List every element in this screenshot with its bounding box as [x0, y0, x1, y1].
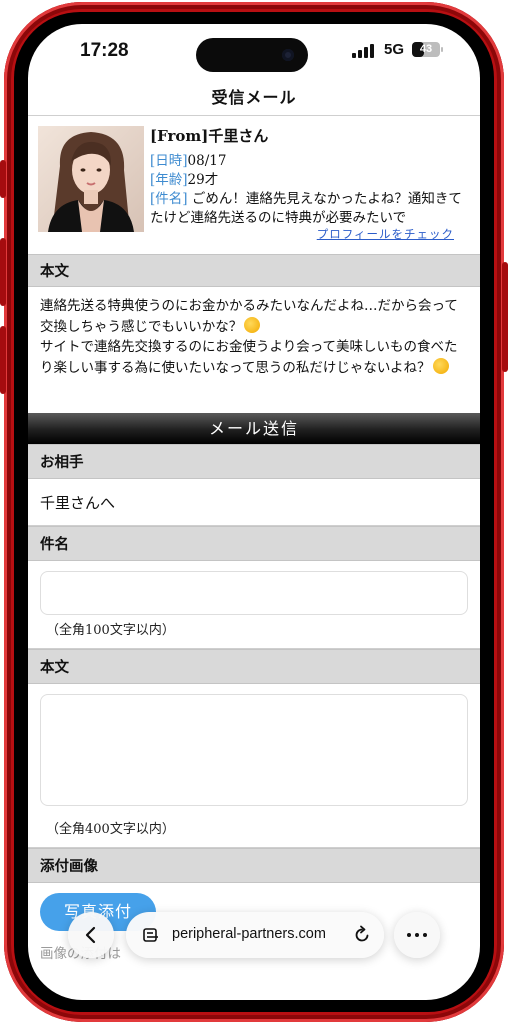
- send-mail-bar: メール送信: [28, 413, 480, 444]
- subject-header: 件名: [28, 526, 480, 561]
- subject-value: ごめん！連絡先見えなかったよね？通知きてたけど連絡先送るのに特典が必要みたいで: [150, 191, 462, 226]
- profile-check-link[interactable]: プロフィールをチェック: [317, 226, 454, 242]
- body-header-label: 本文: [40, 659, 69, 676]
- attach-header: 添付画像: [28, 848, 480, 883]
- recipient-header: お相手: [28, 444, 480, 479]
- dynamic-island: [196, 38, 308, 72]
- message-body: 連絡先送る特典使うのにお金かかるみたいなんだよね…だから会って交換しちゃう感じで…: [40, 296, 468, 378]
- mute-switch: [0, 160, 6, 198]
- body-header: 本文: [28, 649, 480, 684]
- volume-down-button: [0, 326, 6, 394]
- subject-row: [件名] ごめん！連絡先見えなかったよね？通知きてたけど連絡先送るのに特典が必要…: [150, 190, 470, 228]
- more-button[interactable]: [394, 912, 440, 958]
- date-label: [日時]: [150, 153, 188, 169]
- age-label: [年齢]: [150, 172, 188, 188]
- body-limit-hint: （全角400文字以内）: [46, 822, 175, 837]
- url-text: peripheral-partners.com: [172, 926, 326, 942]
- battery-percent: 43: [419, 43, 433, 55]
- sender-profile: [From]千里さん [日時]08/17 [年齢]29才 [件名] ごめん！連絡…: [38, 126, 470, 244]
- message-line-2-text: サイトで連絡先交換するのにお金使うより会って美味しいもの食べたり楽しい事する為に…: [40, 339, 458, 376]
- subject-label: [件名]: [150, 191, 188, 207]
- title-divider: [28, 115, 480, 116]
- recipient-header-label: お相手: [40, 454, 84, 471]
- sad-face-emoji-icon: [432, 357, 449, 374]
- sender-name: [From]千里さん: [150, 127, 269, 145]
- more-icon-dot: [423, 933, 427, 937]
- message-body-header: 本文: [28, 254, 480, 287]
- subject-header-label: 件名: [40, 536, 69, 553]
- status-time: 17:28: [80, 40, 129, 61]
- status-bar: 17:28 5G 43: [28, 24, 480, 76]
- page-title: 受信メール: [211, 88, 297, 107]
- network-type: 5G: [384, 41, 405, 58]
- date-row: [日時]08/17: [150, 152, 470, 171]
- body-textarea[interactable]: [40, 694, 468, 806]
- volume-up-button: [0, 238, 6, 306]
- message-line-1: 連絡先送る特典使うのにお金かかるみたいなんだよね…だから会って交換しちゃう感じで…: [40, 296, 468, 337]
- signal-icon: [352, 44, 374, 58]
- reload-icon[interactable]: [352, 925, 372, 945]
- power-button: [502, 262, 508, 372]
- attach-header-label: 添付画像: [40, 858, 98, 875]
- recipient-name: 千里さんへ: [40, 494, 116, 512]
- tabs-icon[interactable]: [142, 926, 160, 944]
- address-bar[interactable]: peripheral-partners.com: [126, 912, 384, 958]
- more-icon-dot: [415, 933, 419, 937]
- age-row: [年齢]29才: [150, 171, 470, 190]
- battery-tip: [441, 47, 443, 52]
- subject-limit-hint: （全角100文字以内）: [46, 623, 175, 638]
- camera-icon: [282, 49, 294, 61]
- screen: 17:28 5G 43 受信メール [From]千里さん [日時]08/17 […: [28, 24, 480, 1000]
- date-value: 08/17: [187, 153, 227, 169]
- message-line-2: サイトで連絡先交換するのにお金使うより会って美味しいもの食べたり楽しい事する為に…: [40, 337, 468, 378]
- age-value: 29才: [187, 172, 219, 188]
- more-icon: [407, 933, 411, 937]
- back-chevron-icon: [85, 926, 96, 944]
- sender-info: [From]千里さん [日時]08/17 [年齢]29才 [件名] ごめん！連絡…: [150, 126, 470, 228]
- sender-photo-image: [38, 126, 144, 232]
- subject-input[interactable]: [40, 571, 468, 615]
- back-button[interactable]: [68, 912, 114, 958]
- sender-photo[interactable]: [38, 126, 144, 232]
- sweat-smile-emoji-icon: [244, 316, 261, 333]
- message-body-header-label: 本文: [40, 263, 69, 280]
- battery-icon: 43: [412, 42, 440, 57]
